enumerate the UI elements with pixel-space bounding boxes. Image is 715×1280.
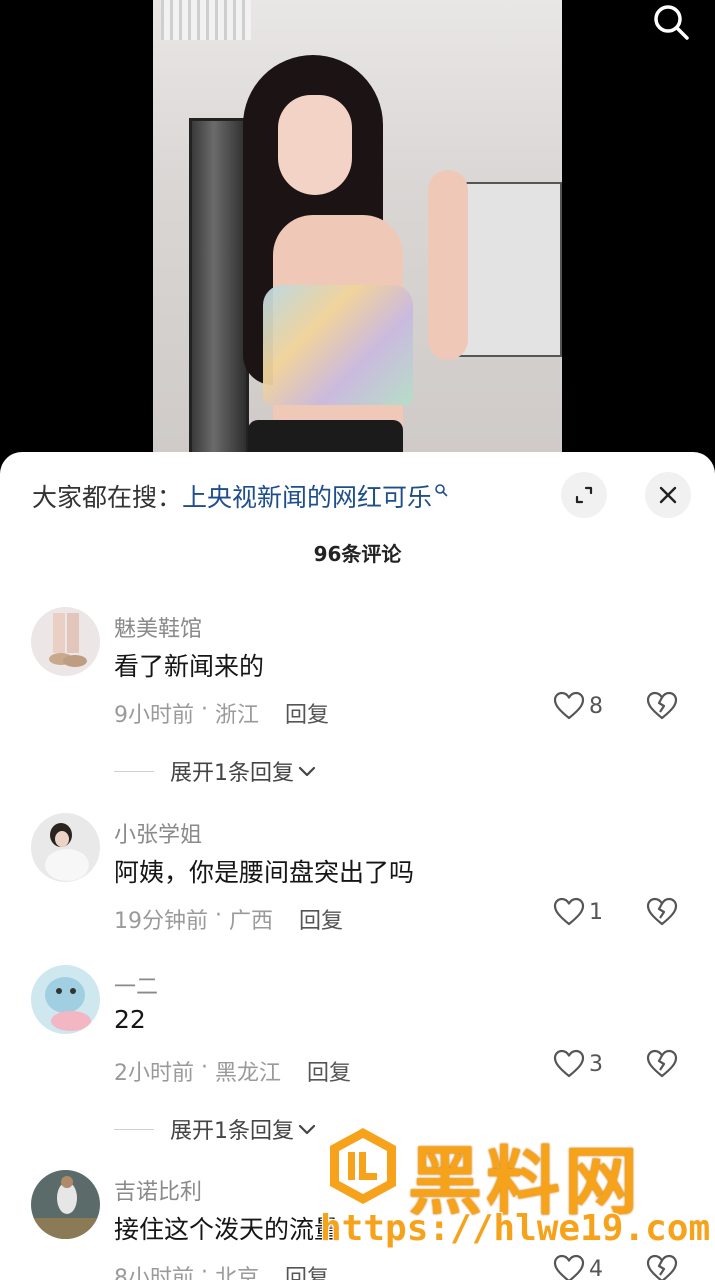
person-arm xyxy=(428,170,468,360)
comment-time: 19分钟前 xyxy=(114,909,208,934)
expand-replies-button[interactable]: 展开1条回复 xyxy=(114,1113,318,1145)
comment-count: 96条评论 xyxy=(313,542,402,566)
divider-line xyxy=(114,1128,154,1130)
comment-location: 广西 xyxy=(228,909,273,934)
comment-time: 8小时前 xyxy=(114,1266,194,1280)
like-count: 1 xyxy=(589,899,603,925)
close-button[interactable] xyxy=(645,472,691,518)
comment-time: 2小时前 xyxy=(114,1061,194,1086)
dislike-button[interactable] xyxy=(646,1254,678,1280)
comment-username[interactable]: 吉诺比利 xyxy=(114,1174,202,1206)
meta-separator: · xyxy=(208,903,229,928)
chevron-down-icon xyxy=(298,766,316,777)
close-icon xyxy=(659,486,677,504)
comment-text: 22 xyxy=(114,1005,146,1034)
avatar[interactable] xyxy=(31,607,100,676)
comment-sheet: 大家都在搜： 上央视新闻的网红可乐 96条评论 魅美鞋馆 看了新闻来的 9小时前… xyxy=(0,452,715,1280)
comment-location: 黑龙江 xyxy=(214,1061,281,1086)
broken-heart-icon xyxy=(646,691,678,720)
heart-icon xyxy=(553,691,585,720)
reply-button[interactable]: 回复 xyxy=(285,1260,329,1280)
search-icon xyxy=(435,484,448,497)
comment-username[interactable]: 小张学姐 xyxy=(114,817,202,849)
like-button[interactable]: 8 xyxy=(553,691,603,721)
search-icon xyxy=(654,5,689,40)
comment-username[interactable]: 一二 xyxy=(114,969,158,1001)
hot-search-term[interactable]: 上央视新闻的网红可乐 xyxy=(182,478,432,514)
expand-replies-button[interactable]: 展开1条回复 xyxy=(114,755,318,787)
comment-meta: 9小时前 · 浙江 回复 xyxy=(114,697,329,729)
hot-search-prefix: 大家都在搜： xyxy=(32,483,183,512)
like-count: 4 xyxy=(589,1256,603,1280)
chevron-down-icon xyxy=(298,1124,316,1135)
expand-button[interactable] xyxy=(561,472,607,518)
meta-separator: · xyxy=(194,1260,215,1280)
comment-text: 看了新闻来的 xyxy=(114,652,265,681)
reply-button[interactable]: 回复 xyxy=(285,697,329,729)
broken-heart-icon xyxy=(646,1254,678,1280)
comment-username[interactable]: 魅美鞋馆 xyxy=(114,611,202,643)
expand-replies-label: 展开1条回复 xyxy=(170,1119,294,1144)
comment-meta: 19分钟前 · 广西 回复 xyxy=(114,903,343,935)
video-frame[interactable] xyxy=(153,0,562,470)
like-count: 3 xyxy=(589,1051,603,1077)
comment-meta: 2小时前 · 黑龙江 回复 xyxy=(114,1055,351,1087)
comment-text: 接住这个泼天的流量 xyxy=(114,1215,340,1244)
like-button[interactable]: 3 xyxy=(553,1049,603,1079)
meta-separator: · xyxy=(194,1055,215,1080)
avatar[interactable] xyxy=(31,965,100,1034)
reply-button[interactable]: 回复 xyxy=(307,1055,351,1087)
expand-replies-label: 展开1条回复 xyxy=(170,761,294,786)
like-button[interactable]: 4 xyxy=(553,1254,603,1280)
meta-separator: · xyxy=(194,697,215,722)
person-face xyxy=(278,95,352,195)
avatar[interactable] xyxy=(31,1170,100,1239)
background-cabinet xyxy=(189,118,249,458)
broken-heart-icon xyxy=(646,1049,678,1078)
reply-button[interactable]: 回复 xyxy=(299,903,343,935)
person-top xyxy=(263,285,413,405)
dislike-button[interactable] xyxy=(646,691,678,725)
comment-time: 9小时前 xyxy=(114,703,194,728)
comment-text: 阿姨，你是腰间盘突出了吗 xyxy=(114,858,415,887)
video-player[interactable] xyxy=(0,0,715,470)
search-button[interactable] xyxy=(649,0,693,44)
broken-heart-icon xyxy=(646,897,678,926)
background-vent xyxy=(161,0,251,40)
comment-location: 北京 xyxy=(214,1266,259,1280)
like-button[interactable]: 1 xyxy=(553,897,603,927)
heart-icon xyxy=(553,897,585,926)
like-count: 8 xyxy=(589,693,603,719)
dislike-button[interactable] xyxy=(646,1049,678,1083)
avatar[interactable] xyxy=(31,813,100,882)
expand-icon xyxy=(575,486,593,504)
dislike-button[interactable] xyxy=(646,897,678,931)
heart-icon xyxy=(553,1049,585,1078)
comment-location: 浙江 xyxy=(214,703,259,728)
divider-line xyxy=(114,770,154,772)
heart-icon xyxy=(553,1254,585,1280)
hot-search-bar[interactable]: 大家都在搜： 上央视新闻的网红可乐 xyxy=(32,476,448,516)
comment-meta: 8小时前 · 北京 回复 xyxy=(114,1260,329,1280)
